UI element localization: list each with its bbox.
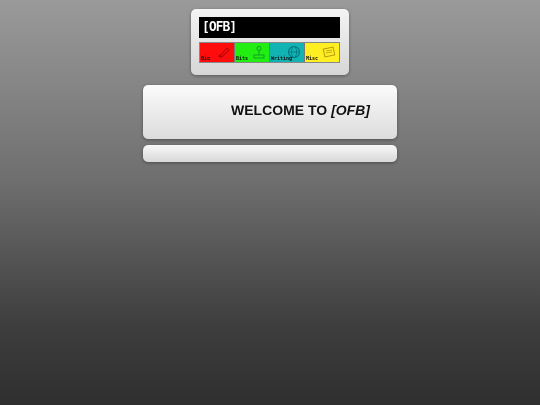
nav-label-writing: Writing <box>271 56 293 62</box>
note-icon <box>322 46 336 58</box>
welcome-prefix: WELCOME TO <box>231 102 332 118</box>
welcome-title: WELCOME TO [OFB] <box>231 102 370 118</box>
joystick-icon <box>253 46 265 59</box>
nav-item-bio[interactable]: Bio <box>200 43 234 62</box>
site-logo[interactable]: [OFB] <box>199 17 340 38</box>
nav-item-writing[interactable]: Writing <box>269 43 304 62</box>
nav-label-bits: Bits <box>236 56 249 62</box>
main-nav: Bio Bits Writing Misc <box>199 42 340 63</box>
logo-text: [OFB] <box>202 20 237 35</box>
nav-item-bits[interactable]: Bits <box>234 43 269 62</box>
nav-label-bio: Bio <box>201 56 211 62</box>
content-card <box>143 145 397 162</box>
welcome-card: WELCOME TO [OFB] <box>143 85 397 139</box>
paint-icon <box>218 47 230 58</box>
nav-label-misc: Misc <box>306 56 319 62</box>
nav-item-misc[interactable]: Misc <box>304 43 339 62</box>
welcome-site-name: [OFB] <box>331 102 370 118</box>
header-card: [OFB] Bio Bits Writing Misc <box>191 9 349 75</box>
